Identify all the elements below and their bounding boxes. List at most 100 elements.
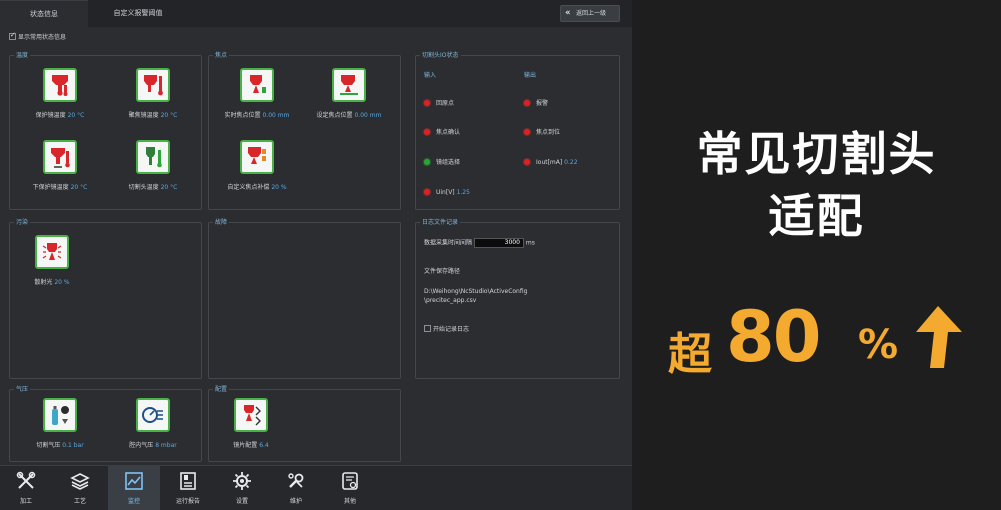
tab-status-info[interactable]: 状态信息 <box>0 0 88 27</box>
nav-label: 设置 <box>235 498 248 505</box>
log-panel: 日志文件记录 数据采集时间间隔 3000 ms 文件保存路径 D:\Weihon… <box>415 218 620 379</box>
sensor-cutting-head-temp: 切割头温度 20 °C <box>108 140 198 191</box>
led-red <box>524 99 530 106</box>
nav-report[interactable]: 运行报告 <box>162 466 214 510</box>
io-label: 报警 <box>536 100 549 107</box>
nav-label: 加工 <box>19 498 32 505</box>
tab-custom-alarm[interactable]: 自定义报警阈值 <box>90 0 186 27</box>
io-input-focus-confirm: 焦点确认 <box>424 128 461 137</box>
nav-label: 工艺 <box>73 498 86 505</box>
io-input-uin: Uin[V] 1.25 <box>424 188 470 197</box>
scatter-icon <box>35 235 69 269</box>
nav-label: 监控 <box>127 498 140 505</box>
led-red <box>524 158 530 165</box>
sensor-label: 切割气压 <box>36 442 61 449</box>
io-value: 0.22 <box>564 159 578 166</box>
focus-set-icon <box>332 68 366 102</box>
nav-label: 其他 <box>343 498 356 505</box>
nav-other[interactable]: 其他 <box>324 466 376 510</box>
enable-log-row[interactable]: 开始记录日志 <box>424 325 469 334</box>
focus-panel-title: 焦点 <box>213 51 230 60</box>
log-panel-title: 日志文件记录 <box>420 218 461 227</box>
sensor-label: 下保护镜温度 <box>32 184 69 191</box>
sensor-label: 镜片配置 <box>233 442 258 449</box>
nav-label: 运行报告 <box>175 498 200 505</box>
led-red <box>424 99 430 106</box>
interval-unit: ms <box>525 239 535 247</box>
nav-label: 维护 <box>289 498 302 505</box>
monitor-window: 状态信息 自定义报警阈值 « 返回上一级 显示常用状态信息 温度 保护镜温度 2… <box>0 0 632 510</box>
thermometer-red-icon <box>43 140 77 174</box>
sensor-value: 0.00 mm <box>354 112 382 119</box>
sensor-label: 设定焦点位置 <box>316 112 353 119</box>
chamber-pressure-icon <box>136 398 170 432</box>
enable-log-checkbox[interactable] <box>424 325 431 332</box>
sensor-label: 保护镜温度 <box>35 112 66 119</box>
sensor-value: 0.1 bar <box>62 442 84 449</box>
pollution-panel-title: 污染 <box>14 218 31 227</box>
io-label: 焦点到位 <box>536 129 561 136</box>
temperature-panel: 温度 保护镜温度 20 °C 聚焦镜温度 20 °C 下保护镜温度 20 °C … <box>9 51 202 210</box>
show-common-row[interactable]: 显示常用状态信息 <box>9 31 67 42</box>
sensor-value: 20 °C <box>70 184 88 191</box>
nav-craft[interactable]: 工艺 <box>54 466 106 510</box>
promo-line-1: 常见切割头 <box>696 127 937 181</box>
io-output-focus-reached: 焦点到位 <box>524 128 561 137</box>
io-input-heading: 输入 <box>424 72 437 79</box>
show-common-checkbox[interactable] <box>9 31 16 40</box>
pressure-panel-title: 气压 <box>14 385 31 394</box>
nav-settings[interactable]: 设置 <box>216 466 268 510</box>
sensor-actual-focus: 实时焦点位置 0.00 mm <box>212 68 302 119</box>
sensor-label: 散射光 <box>34 279 53 286</box>
config-panel: 配置 镜片配置 6.4 <box>208 385 401 462</box>
io-label: Uin[V] <box>436 189 455 196</box>
misc-icon <box>342 472 358 490</box>
io-label: 焦点确认 <box>436 129 461 136</box>
sensor-cutting-pressure: 切割气压 0.1 bar <box>15 398 105 449</box>
double-chevron-left-icon: « <box>565 8 571 18</box>
sensor-value: 20 % <box>271 184 287 191</box>
back-button[interactable]: « 返回上一级 <box>560 5 620 22</box>
temperature-panel-title: 温度 <box>14 51 31 60</box>
led-red <box>424 188 430 195</box>
pollution-panel: 污染 散射光 20 % <box>7 218 202 379</box>
sensor-focus-lens-temp: 聚焦镜温度 20 °C <box>108 68 198 119</box>
io-input-lens-select: 镜组选择 <box>424 158 460 167</box>
report-icon <box>180 472 196 490</box>
sensor-protective-glass-temp: 保护镜温度 20 °C <box>15 68 105 119</box>
thermometer-red-icon <box>136 68 170 102</box>
led-red <box>524 128 530 135</box>
path-line-1: D:\Weihong\NcStudio\ActiveConfig <box>424 288 528 295</box>
promo-number: 80 <box>726 296 821 378</box>
sensor-lower-protective-temp: 下保护镜温度 20 °C <box>15 140 105 191</box>
nav-process[interactable]: 加工 <box>0 466 52 510</box>
app: 状态信息 自定义报警阈值 « 返回上一级 显示常用状态信息 温度 保护镜温度 2… <box>0 0 1001 510</box>
sensor-set-focus: 设定焦点位置 0.00 mm <box>304 68 394 119</box>
io-panel-title: 切割头IO状态 <box>420 51 461 60</box>
path-label: 文件保存路径 <box>424 268 461 275</box>
wrench-icon <box>288 473 304 488</box>
sensor-value: 20 °C <box>160 184 178 191</box>
sensor-label: 腔内气压 <box>129 442 154 449</box>
promo-stat: 超 80 % <box>668 296 968 380</box>
fault-panel: 故障 <box>208 218 401 379</box>
path-line-2: \precitec_app.csv <box>424 297 477 304</box>
interval-input[interactable]: 3000 <box>473 238 524 248</box>
interval-label: 数据采集时间间隔 <box>424 239 473 247</box>
sensor-custom-focus-comp: 自定义焦点补偿 20 % <box>212 140 302 191</box>
sensor-label: 切割头温度 <box>128 184 159 191</box>
nav-monitor[interactable]: 监控 <box>108 466 160 510</box>
promo-banner: 常见切割头 适配 超 80 % <box>632 0 1001 510</box>
sensor-value: 8 mbar <box>155 442 177 449</box>
tab-bar: 状态信息 自定义报警阈值 « 返回上一级 <box>0 0 632 27</box>
io-output-heading: 输出 <box>524 72 537 79</box>
focus-icon <box>240 68 274 102</box>
nav-maintenance[interactable]: 维护 <box>270 466 322 510</box>
sensor-value: 20 °C <box>67 112 85 119</box>
sensor-scatter-light: 散射光 20 % <box>7 235 97 286</box>
pressure-panel: 气压 切割气压 0.1 bar 腔内气压 8 mbar <box>9 385 202 462</box>
promo-line-2: 适配 <box>768 189 865 243</box>
show-common-label: 显示常用状态信息 <box>18 34 67 41</box>
focus-panel: 焦点 实时焦点位置 0.00 mm 设定焦点位置 0.00 mm 自定义焦点补偿… <box>208 51 401 210</box>
promo-prefix: 超 <box>668 329 712 380</box>
